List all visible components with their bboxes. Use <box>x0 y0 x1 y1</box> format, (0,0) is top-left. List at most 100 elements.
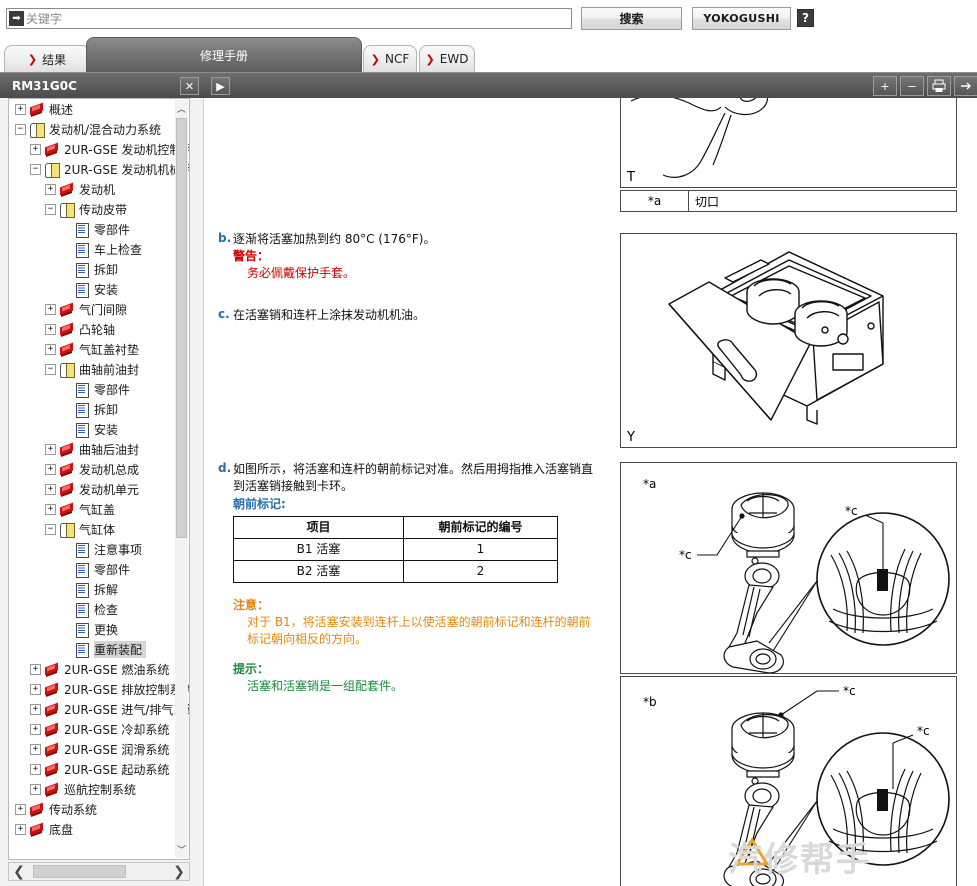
tree-node[interactable]: + 传动系统 <box>9 799 177 819</box>
table-cell: B1 活塞 <box>233 538 404 561</box>
chevron-right-icon: ❯ <box>27 52 38 66</box>
tree-node[interactable]: 零部件 <box>9 379 177 399</box>
expand-node-icon[interactable]: + <box>45 483 56 495</box>
tree-node[interactable]: 注意事项 <box>9 539 177 559</box>
tree-node[interactable]: + 概述 <box>9 99 177 119</box>
scroll-left-icon[interactable]: ❮ <box>9 863 29 880</box>
expand-node-icon[interactable]: + <box>30 663 41 675</box>
expand-node-icon[interactable]: + <box>15 803 26 815</box>
document-icon <box>74 602 90 618</box>
scroll-down-icon[interactable]: ﹀ <box>175 843 188 856</box>
document-icon <box>74 642 90 658</box>
tree-node[interactable]: + 气门间隙 <box>9 299 177 319</box>
tree-node[interactable]: +2UR-GSE 燃油系统 <box>9 659 177 679</box>
expand-node-icon[interactable]: + <box>45 443 56 455</box>
tree-node[interactable]: + 气缸盖衬垫 <box>9 339 177 359</box>
expand-all-button[interactable]: + <box>873 76 897 96</box>
tree-node[interactable]: 拆卸 <box>9 259 177 279</box>
expand-node-icon[interactable]: + <box>30 683 41 695</box>
user-account-button[interactable]: YOKOGUSHI <box>692 7 791 30</box>
expand-node-icon[interactable]: + <box>30 723 41 735</box>
next-document-button[interactable]: ▶ <box>211 77 230 95</box>
tree-node[interactable]: − 发动机/混合动力系统 <box>9 119 177 139</box>
book-icon <box>44 702 60 717</box>
collapse-node-icon[interactable]: − <box>45 523 56 535</box>
expand-node-icon[interactable]: + <box>45 503 56 515</box>
tree-node[interactable]: 拆解 <box>9 579 177 599</box>
expand-node-icon[interactable]: + <box>45 463 56 475</box>
collapse-node-icon[interactable]: − <box>30 163 41 175</box>
expand-node-icon[interactable]: + <box>30 143 41 155</box>
tree-node-label: 气缸体 <box>79 522 116 537</box>
expand-node-icon[interactable]: + <box>45 303 56 315</box>
tree-node[interactable]: + 发动机单元 <box>9 479 177 499</box>
tree-node[interactable]: 拆卸 <box>9 399 177 419</box>
tree-node-label: 发动机总成 <box>79 462 140 477</box>
tree-node-label: 2UR-GSE 燃油系统 <box>64 662 170 677</box>
figure-ref-a: *a <box>643 477 657 491</box>
tree-vertical-scroll-thumb[interactable] <box>176 118 187 538</box>
tree-node[interactable]: +2UR-GSE 发动机控制系统 <box>9 139 189 159</box>
tree-node[interactable]: + 曲轴后油封 <box>9 439 177 459</box>
open-book-icon <box>59 362 75 378</box>
expand-node-icon[interactable]: + <box>30 763 41 775</box>
tree-node-label: 气缸盖 <box>79 502 116 517</box>
tree-node[interactable]: − 传动皮带 <box>9 199 177 219</box>
tab-ewd[interactable]: ❯ EWD <box>419 45 475 72</box>
tab-repair-manual[interactable]: 修理手册 <box>86 37 362 72</box>
collapse-node-icon[interactable]: − <box>15 123 26 135</box>
external-link-icon[interactable] <box>954 76 977 96</box>
close-document-button[interactable]: ✕ <box>180 77 199 95</box>
tab-results[interactable]: ❯ 结果 <box>4 45 90 72</box>
collapse-all-button[interactable]: − <box>900 76 924 96</box>
expand-node-icon[interactable]: + <box>30 703 41 715</box>
scroll-up-icon[interactable]: ︿ <box>175 102 188 115</box>
tree-node[interactable]: + 发动机总成 <box>9 459 177 479</box>
expand-node-icon[interactable]: + <box>45 343 56 355</box>
tree-node[interactable]: 车上检查 <box>9 239 177 259</box>
tree-node[interactable]: 更换 <box>9 619 177 639</box>
tree-node[interactable]: − 曲轴前油封 <box>9 359 177 379</box>
figure-corner-letter-t: T <box>627 170 635 185</box>
tree-node[interactable]: − 2UR-GSE 发动机机械系统 <box>9 159 189 179</box>
expand-node-icon[interactable]: + <box>30 743 41 755</box>
front-mark-table: 项目 朝前标记的编号 B1 活塞 1 B2 活塞 2 <box>233 516 558 583</box>
tree-node[interactable]: 安装 <box>9 279 177 299</box>
tree-node[interactable]: + 巡航控制系统 <box>9 779 177 799</box>
print-icon[interactable] <box>927 76 951 96</box>
tree-vertical-scrollbar[interactable]: ︿ ﹀ <box>175 100 188 858</box>
tree-node[interactable]: 零部件 <box>9 559 177 579</box>
tree-node[interactable]: +2UR-GSE 进气/排气系统 <box>9 699 189 719</box>
expand-node-icon[interactable]: + <box>15 103 26 115</box>
expand-node-icon[interactable]: + <box>45 323 56 335</box>
tree-node[interactable]: +2UR-GSE 起动系统 <box>9 759 177 779</box>
collapse-node-icon[interactable]: − <box>45 363 56 375</box>
tree-node[interactable]: 零部件 <box>9 219 177 239</box>
tree-node[interactable]: + 底盘 <box>9 819 177 839</box>
expand-node-icon[interactable]: + <box>30 783 41 795</box>
tree-node[interactable]: + 发动机 <box>9 179 177 199</box>
collapse-node-icon[interactable]: − <box>45 203 56 215</box>
tree-node[interactable]: − 气缸体 <box>9 519 177 539</box>
tree-node[interactable]: +2UR-GSE 冷却系统 <box>9 719 177 739</box>
scroll-right-icon[interactable]: ❯ <box>169 863 189 880</box>
tab-ncf[interactable]: ❯ NCF <box>363 45 417 72</box>
tree-node-label: 气门间隙 <box>79 302 128 317</box>
search-field-wrapper[interactable]: ➡ <box>6 8 572 29</box>
tree-node[interactable]: + 凸轮轴 <box>9 319 177 339</box>
tree-horizontal-scroll-thumb[interactable] <box>33 865 126 878</box>
help-icon[interactable]: ? <box>797 9 814 27</box>
search-input[interactable] <box>24 10 571 27</box>
expand-node-icon[interactable]: + <box>15 823 26 835</box>
expand-node-icon[interactable]: + <box>45 183 56 195</box>
tree-node[interactable]: 检查 <box>9 599 177 619</box>
tree-node[interactable]: 安装 <box>9 419 177 439</box>
tree-horizontal-scrollbar[interactable]: ❮ ❯ <box>8 862 190 881</box>
tree-node[interactable]: +2UR-GSE 排放控制系统 <box>9 679 189 699</box>
tree-node[interactable]: 重新装配 <box>9 639 177 659</box>
tree-node-label: 传动皮带 <box>79 202 128 217</box>
tree-node[interactable]: + 气缸盖 <box>9 499 177 519</box>
open-book-icon <box>59 202 75 218</box>
tree-node[interactable]: +2UR-GSE 润滑系统 <box>9 739 177 759</box>
search-button[interactable]: 搜索 <box>581 7 682 30</box>
